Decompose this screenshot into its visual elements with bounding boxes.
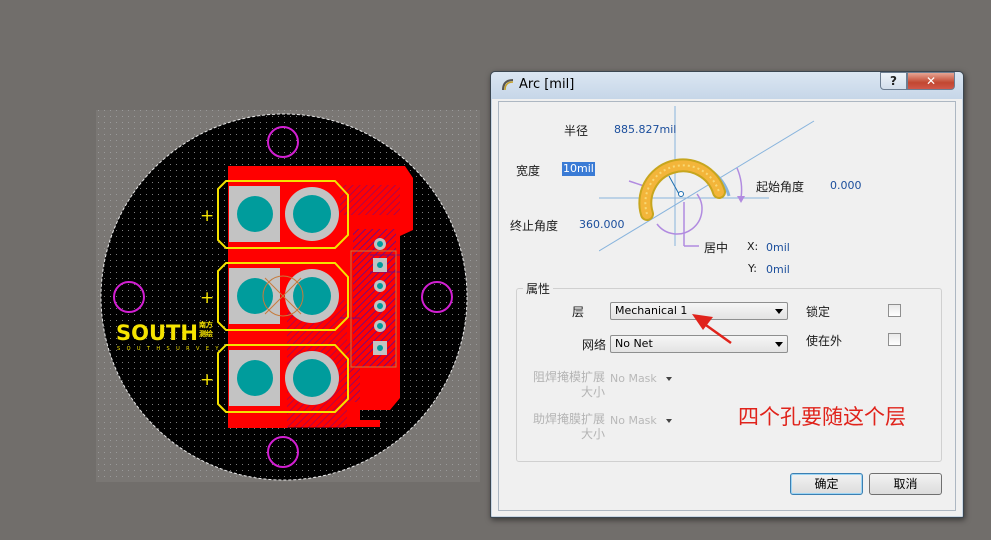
logo-badge: 南方测绘 (198, 321, 213, 338)
radius-value[interactable]: 885.827mil (614, 123, 676, 136)
solder-mask-label: 阻焊掩模扩展大小 (533, 370, 606, 399)
center-x-label: X: (747, 240, 759, 253)
pcb-logo: SOUTH南方测绘 (116, 321, 213, 345)
arc-properties-dialog: Arc [mil] ? ✕ 半径 885.827mil 宽度 10mil 终止角… (490, 71, 964, 518)
solder-mask-value: No Mask (610, 372, 657, 385)
dialog-titlebar[interactable]: Arc [mil] ? ✕ (491, 72, 963, 99)
radius-label: 半径 (564, 124, 589, 138)
arc-tool-icon (502, 79, 514, 91)
close-button[interactable]: ✕ (907, 72, 955, 90)
logo-text: SOUTH (116, 321, 198, 345)
width-input[interactable]: 10mil (562, 162, 595, 176)
end-angle-label: 终止角度 (510, 219, 559, 233)
plus-mark-3: + (200, 370, 214, 390)
net-label: 网络 (582, 338, 607, 352)
pcb-logo-subtext: S O U T H S U R V E Y (117, 346, 221, 352)
dialog-body: 半径 885.827mil 宽度 10mil 终止角度 360.000 起始角度… (498, 101, 956, 511)
plus-mark-2: + (200, 288, 214, 308)
dialog-title: Arc [mil] (519, 77, 575, 92)
net-dropdown[interactable]: No Net (610, 335, 788, 353)
center-x-value[interactable]: 0mil (766, 241, 790, 254)
keepout-label: 使在外 (806, 334, 843, 348)
center-y-label: Y: (748, 262, 757, 275)
paste-mask-value: No Mask (610, 414, 657, 427)
keepout-checkbox[interactable] (888, 333, 901, 346)
start-angle-label: 起始角度 (756, 180, 805, 194)
start-angle-value[interactable]: 0.000 (830, 179, 862, 192)
locked-checkbox[interactable] (888, 304, 901, 317)
ok-button[interactable]: 确定 (790, 473, 863, 495)
chevron-down-icon (665, 377, 672, 381)
solder-mask-dropdown: No Mask (610, 372, 672, 385)
end-angle-value[interactable]: 360.000 (579, 218, 625, 231)
plus-mark-1: + (200, 206, 214, 226)
layer-dropdown-value: Mechanical 1 (615, 304, 688, 317)
net-dropdown-value: No Net (615, 337, 653, 350)
chevron-down-icon (665, 419, 672, 423)
annotation-text: 四个孔要随这个层 (738, 405, 906, 429)
properties-group-title: 属性 (523, 280, 554, 297)
locked-label: 锁定 (806, 305, 831, 319)
cancel-button[interactable]: 取消 (869, 473, 942, 495)
paste-mask-label: 助焊掩膜扩展大小 (533, 412, 606, 441)
help-button[interactable]: ? (880, 72, 907, 90)
paste-mask-dropdown: No Mask (610, 414, 672, 427)
layer-dropdown[interactable]: Mechanical 1 (610, 302, 788, 320)
width-label: 宽度 (516, 164, 541, 178)
center-label: 居中 (704, 241, 729, 255)
chevron-down-icon (775, 309, 783, 314)
chevron-down-icon (775, 342, 783, 347)
center-y-value[interactable]: 0mil (766, 263, 790, 276)
layer-label: 层 (572, 305, 585, 319)
